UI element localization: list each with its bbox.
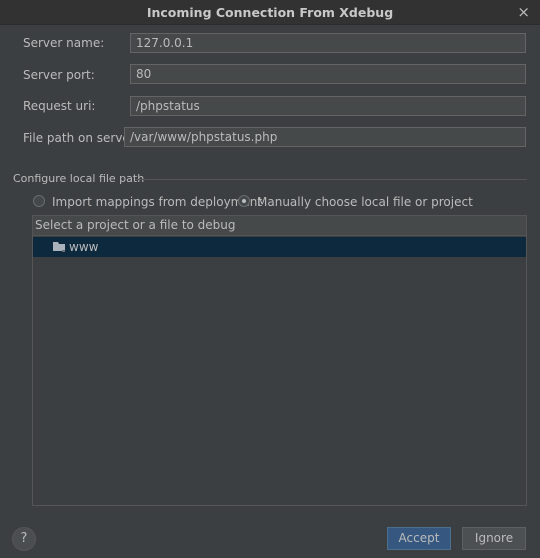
radio-manual-label[interactable]: Manually choose local file or project [257, 195, 473, 209]
ignore-button[interactable]: Ignore [462, 527, 526, 550]
server-port-field[interactable] [130, 64, 526, 84]
close-icon[interactable]: × [517, 3, 530, 21]
radio-manual-choose[interactable] [238, 195, 250, 207]
accept-button[interactable]: Accept [387, 527, 451, 550]
help-button[interactable]: ? [12, 527, 36, 551]
section-title: Configure local file path [13, 172, 145, 185]
project-tree-panel[interactable]: Select a project or a file to debug www [32, 215, 527, 506]
dialog-title: Incoming Connection From Xdebug [146, 5, 394, 20]
request-uri-label: Request uri: [23, 99, 96, 113]
file-path-field[interactable] [124, 127, 526, 147]
title-bar: Incoming Connection From Xdebug × [0, 0, 540, 25]
section-divider [135, 179, 527, 180]
server-port-label: Server port: [23, 68, 95, 82]
folder-icon [53, 242, 65, 252]
request-uri-field[interactable] [130, 96, 526, 116]
tree-item-label: www [69, 240, 99, 254]
panel-header: Select a project or a file to debug [33, 216, 526, 236]
file-path-label: File path on server: [23, 131, 139, 145]
server-name-label: Server name: [23, 36, 105, 50]
radio-import-label[interactable]: Import mappings from deployment [52, 195, 262, 209]
server-name-field[interactable] [130, 33, 526, 53]
tree-item-www[interactable]: www [33, 237, 526, 257]
radio-import-mappings[interactable] [33, 195, 45, 207]
